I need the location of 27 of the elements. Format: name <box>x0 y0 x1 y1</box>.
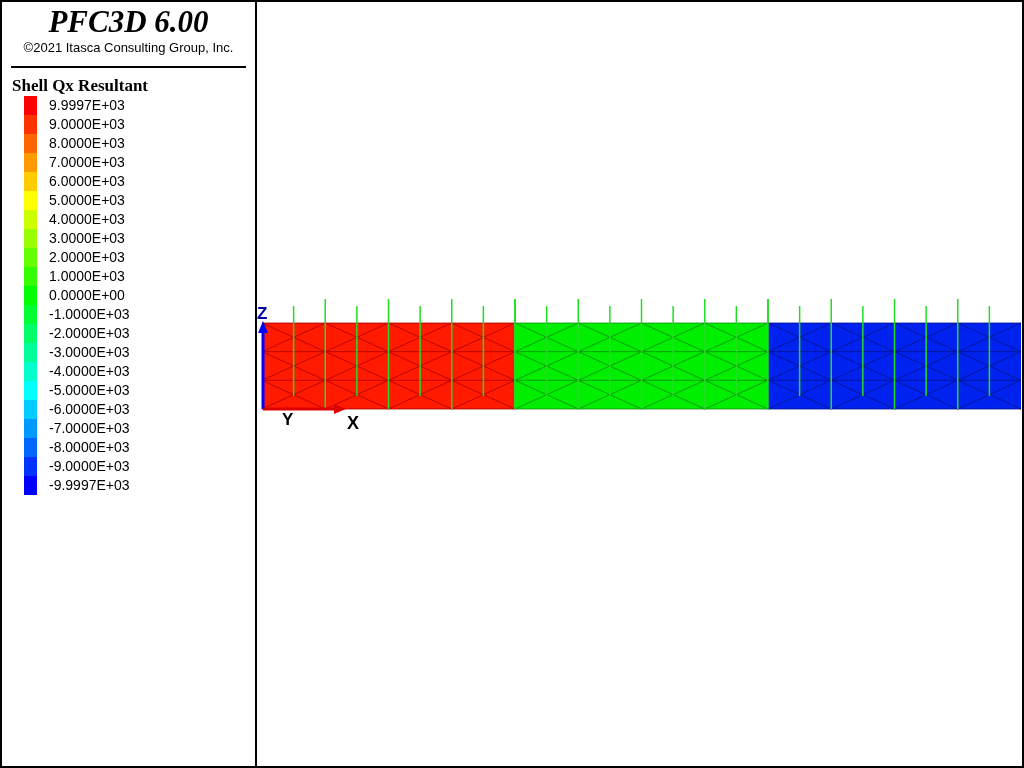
legend-label: -2.0000E+03 <box>49 324 130 343</box>
legend-label: 9.9997E+03 <box>49 96 125 115</box>
legend-label: -6.0000E+03 <box>49 400 130 419</box>
legend-label: -8.0000E+03 <box>49 438 130 457</box>
legend-label: 1.0000E+03 <box>49 267 125 286</box>
legend-label: -7.0000E+03 <box>49 419 130 438</box>
program-title: PFC3D 6.00 <box>47 4 210 40</box>
legend-label: 5.0000E+03 <box>49 191 125 210</box>
legend-label: 6.0000E+03 <box>49 172 125 191</box>
legend-label: 0.0000E+00 <box>49 286 125 305</box>
legend-label: 3.0000E+03 <box>49 229 125 248</box>
legend-label: -3.0000E+03 <box>49 343 130 362</box>
legend-label: 2.0000E+03 <box>49 248 125 267</box>
copyright-text: ©2021 Itasca Consulting Group, Inc. <box>22 40 235 56</box>
y-axis-label: Y <box>282 410 294 429</box>
legend-label: 8.0000E+03 <box>49 134 125 153</box>
legend-label: -9.9997E+03 <box>49 476 130 495</box>
legend-label: 4.0000E+03 <box>49 210 125 229</box>
legend-label: -5.0000E+03 <box>49 381 130 400</box>
legend-title: Shell Qx Resultant <box>12 76 150 96</box>
x-axis-label: X <box>347 413 359 433</box>
legend-label: -1.0000E+03 <box>49 305 130 324</box>
legend-label: 7.0000E+03 <box>49 153 125 172</box>
z-axis-label: Z <box>257 304 268 323</box>
legend-label: -9.0000E+03 <box>49 457 130 476</box>
legend-label: -4.0000E+03 <box>49 362 130 381</box>
legend-label: 9.0000E+03 <box>49 115 125 134</box>
